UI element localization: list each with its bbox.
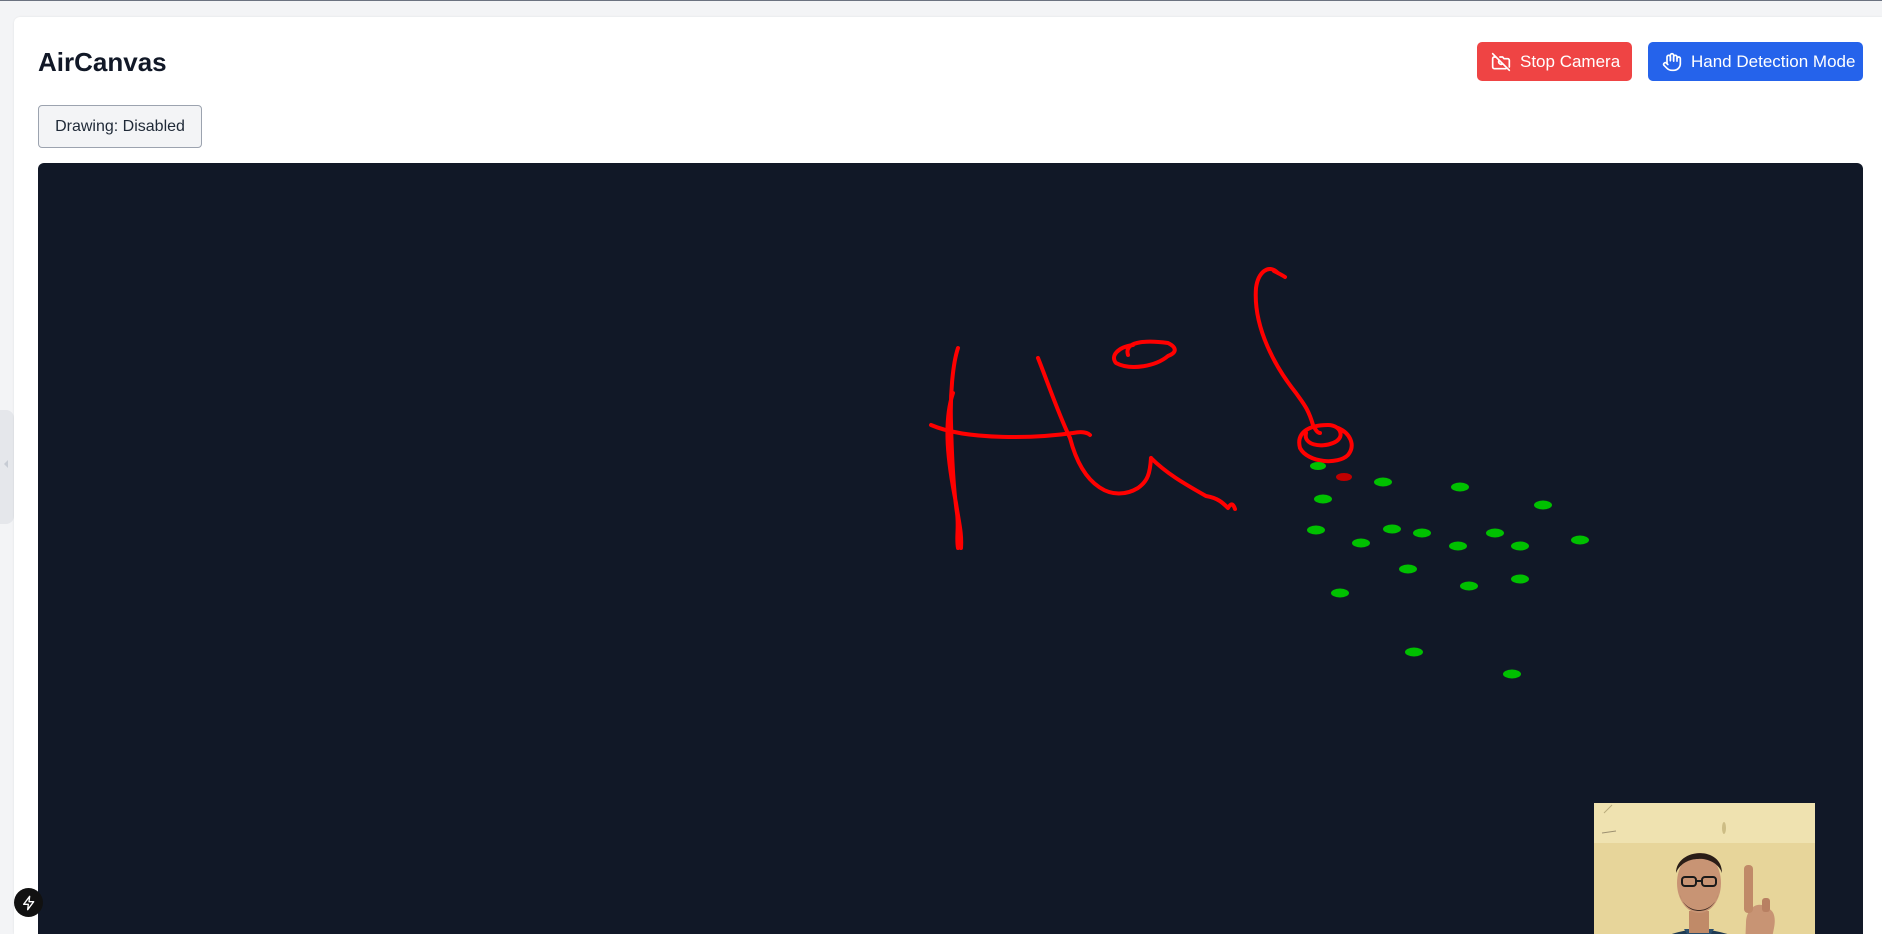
dev-tools-badge[interactable] xyxy=(14,888,43,917)
hand-icon xyxy=(1662,52,1682,71)
hand-detection-mode-button[interactable]: Hand Detection Mode xyxy=(1648,42,1863,81)
landmark-point xyxy=(1331,588,1349,598)
landmark-point xyxy=(1310,462,1326,470)
landmark-point xyxy=(1383,524,1401,534)
browser-top-edge xyxy=(0,0,1882,1)
stroke-dot xyxy=(1112,339,1177,369)
landmark-point xyxy=(1534,500,1552,510)
drawing-layer xyxy=(929,267,1589,679)
landmark-point xyxy=(1374,477,1392,487)
stroke-smile-arc xyxy=(1253,267,1322,435)
landmark-point xyxy=(1571,535,1589,545)
webcam-preview xyxy=(1594,803,1815,934)
stroke-h-left xyxy=(945,346,964,550)
landmark-point xyxy=(1511,541,1529,551)
stroke-h-right xyxy=(1036,356,1072,440)
landmark-point xyxy=(1399,564,1417,574)
stroke-smile-loop xyxy=(1297,423,1354,464)
stroke-smile-tick xyxy=(1272,269,1287,279)
landmark-point xyxy=(1405,647,1423,657)
landmark-point xyxy=(1413,528,1431,538)
stop-camera-label: Stop Camera xyxy=(1520,51,1621,71)
stroke-i-body xyxy=(1068,436,1237,511)
drawing-toggle-button[interactable]: Drawing: Disabled xyxy=(38,105,202,148)
lightning-icon xyxy=(22,895,34,910)
landmark-point xyxy=(1449,541,1467,551)
hand-detection-label: Hand Detection Mode xyxy=(1691,51,1856,71)
landmark-point xyxy=(1352,538,1370,548)
active-fingertip-point xyxy=(1336,473,1352,481)
drawing-canvas[interactable] xyxy=(38,163,1863,934)
hand-landmarks xyxy=(1307,462,1589,679)
landmark-point xyxy=(1460,581,1478,591)
app-title: AirCanvas xyxy=(38,47,167,77)
landmark-point xyxy=(1503,669,1521,679)
stop-camera-button[interactable]: Stop Camera xyxy=(1477,42,1632,81)
landmark-point xyxy=(1511,574,1529,584)
landmark-point xyxy=(1451,482,1469,492)
webcam-person-image xyxy=(1594,803,1815,934)
landmark-point xyxy=(1314,494,1332,504)
side-panel-handle[interactable] xyxy=(0,410,14,524)
landmark-point xyxy=(1307,525,1325,535)
app-card: AirCanvas Stop Camera Hand Detection Mod… xyxy=(14,17,1882,934)
chevron-left-icon xyxy=(4,460,8,468)
landmark-point xyxy=(1486,528,1504,538)
camera-off-icon xyxy=(1491,52,1511,71)
